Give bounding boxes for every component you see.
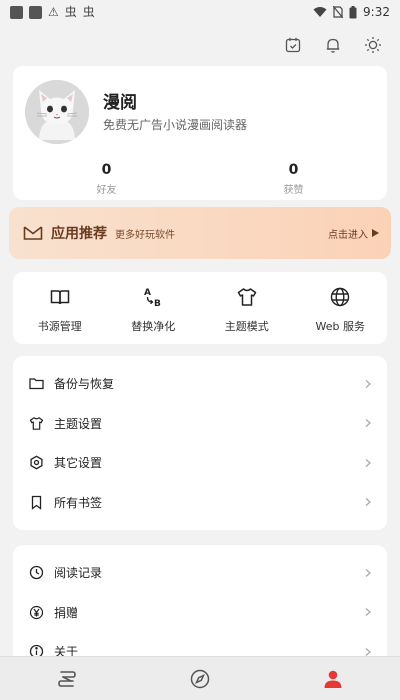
bug-icon: 虫 <box>82 5 95 19</box>
calendar-icon[interactable] <box>284 36 302 54</box>
yen-icon <box>29 605 44 619</box>
quick-action-label: 主题模式 <box>224 320 269 333</box>
chevron-right-icon <box>365 419 371 428</box>
chevron-right-icon <box>365 458 371 467</box>
gear-icon <box>30 455 43 470</box>
bookshelf-icon <box>57 670 76 687</box>
banner-subtitle: 更多好玩软件 <box>115 229 175 241</box>
replace-icon: A B <box>144 288 161 308</box>
battery-icon <box>349 5 357 18</box>
quick-action-label: 书源管理 <box>37 320 82 333</box>
wifi-icon <box>313 7 327 17</box>
shirt-icon <box>29 416 44 430</box>
chevron-right-icon <box>365 498 371 507</box>
stat-friends[interactable]: 0 好友 <box>13 162 200 196</box>
banner-title: 应用推荐 <box>51 226 107 242</box>
list-item-read-history[interactable]: 阅读记录 <box>13 553 387 593</box>
avatar[interactable] <box>25 80 89 144</box>
clock-icon <box>29 566 44 580</box>
nav-profile[interactable] <box>267 668 400 690</box>
globe-icon <box>331 287 350 307</box>
quick-action-theme-mode[interactable]: 主题模式 <box>200 272 294 344</box>
profile-stats: 0 好友 0 获赞 <box>13 162 387 196</box>
quick-action-label: Web 服务 <box>315 320 365 333</box>
header-actions <box>284 34 382 56</box>
list-item-label: 其它设置 <box>54 456 103 471</box>
quick-action-web-service[interactable]: Web 服务 <box>294 272 388 344</box>
shirt-icon <box>237 288 256 306</box>
list-item-label: 所有书签 <box>54 495 103 510</box>
chevron-right-icon <box>365 568 371 577</box>
app-recommend-banner[interactable]: 应用推荐 更多好玩软件 点击进入 <box>9 207 391 259</box>
user-slogan: 免费无广告小说漫画阅读器 <box>103 118 248 132</box>
book-icon <box>50 290 69 305</box>
list-item-other-settings[interactable]: 其它设置 <box>13 443 387 483</box>
bell-icon[interactable] <box>324 36 342 54</box>
chevron-right-icon <box>365 608 371 617</box>
banner-action[interactable]: 点击进入 <box>328 226 379 241</box>
svg-text:A: A <box>144 288 151 298</box>
quick-actions: 书源管理 A B 替换净化 主题模式 Web 服务 <box>13 272 387 344</box>
stat-likes-label: 获赞 <box>283 185 304 196</box>
list-item-label: 备份与恢复 <box>54 377 115 392</box>
status-bar: ⚠ 虫 虫 9:32 <box>0 0 400 24</box>
profile-card: 漫阅 免费无广告小说漫画阅读器 0 好友 0 获赞 <box>13 66 387 200</box>
compass-icon <box>190 669 210 688</box>
folder-icon <box>29 378 44 390</box>
list-item-label: 主题设置 <box>54 416 103 431</box>
chevron-right-icon <box>365 379 371 388</box>
warning-icon: ⚠ <box>48 5 59 19</box>
svg-text:B: B <box>154 299 161 308</box>
stat-friends-value: 0 <box>101 162 112 178</box>
list-item-backup[interactable]: 备份与恢复 <box>13 364 387 404</box>
user-icon <box>324 670 342 688</box>
mail-icon <box>23 226 43 240</box>
bottom-nav <box>0 656 400 700</box>
banner-action-label: 点击进入 <box>328 229 368 241</box>
stat-friends-label: 好友 <box>96 185 117 196</box>
list-item-theme-settings[interactable]: 主题设置 <box>13 404 387 444</box>
quick-action-book-source[interactable]: 书源管理 <box>13 272 107 344</box>
quick-action-replace[interactable]: A B 替换净化 <box>107 272 201 344</box>
settings-list: 备份与恢复 主题设置 其它设置 所有书签 <box>13 356 387 530</box>
notification-icon <box>29 5 42 19</box>
stat-likes-value: 0 <box>288 162 299 178</box>
play-arrow-icon <box>372 229 379 237</box>
sun-icon[interactable] <box>364 36 382 54</box>
list-item-bookmarks[interactable]: 所有书签 <box>13 483 387 523</box>
quick-action-label: 替换净化 <box>131 320 176 333</box>
notification-icon <box>10 5 23 19</box>
status-left: ⚠ 虫 虫 <box>10 5 95 19</box>
bug-icon: 虫 <box>64 5 77 19</box>
list-item-label: 捐赠 <box>54 605 79 620</box>
bookmark-icon <box>31 495 42 510</box>
status-time: 9:32 <box>363 5 390 19</box>
list-item-label: 阅读记录 <box>54 566 103 581</box>
stat-likes[interactable]: 0 获赞 <box>200 162 387 196</box>
cat-avatar-icon <box>25 80 89 144</box>
nav-discover[interactable] <box>133 668 266 690</box>
nav-bookshelf[interactable] <box>0 668 133 690</box>
status-right: 9:32 <box>313 5 390 19</box>
user-name: 漫阅 <box>103 93 137 113</box>
list-item-donate[interactable]: 捐赠 <box>13 593 387 633</box>
no-sim-icon <box>333 6 344 18</box>
